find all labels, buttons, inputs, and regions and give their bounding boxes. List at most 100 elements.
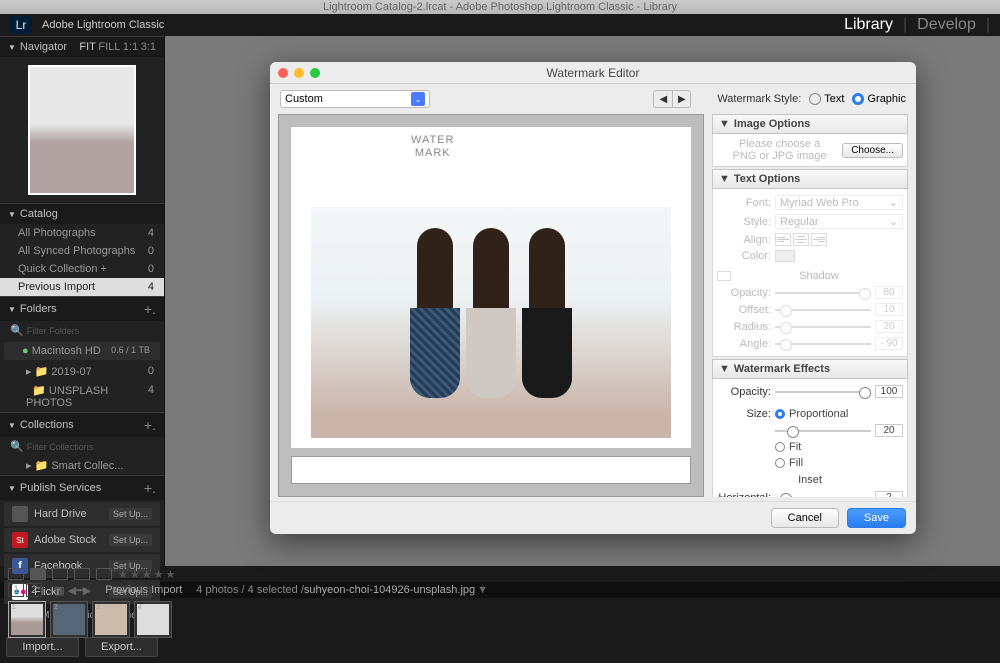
image-options-header[interactable]: ▼ Image Options bbox=[712, 114, 908, 134]
chevron-down-icon: ▼ bbox=[719, 173, 730, 185]
page-2[interactable]: 2 bbox=[26, 583, 42, 597]
export-button[interactable]: Export... bbox=[85, 637, 158, 657]
cancel-button[interactable]: Cancel bbox=[771, 508, 839, 528]
chevron-down-icon: ▼ bbox=[8, 484, 16, 493]
catalog-item-selected[interactable]: Previous Import4 bbox=[0, 278, 164, 296]
caption-input[interactable] bbox=[291, 456, 691, 484]
save-button[interactable]: Save bbox=[847, 508, 906, 528]
catalog-item[interactable]: Quick Collection +0 bbox=[0, 260, 164, 278]
add-collection-icon[interactable]: +. bbox=[144, 417, 156, 433]
align-buttons bbox=[775, 233, 827, 246]
hard-drive-icon bbox=[12, 506, 28, 522]
preview-panel: WATER MARK bbox=[278, 114, 704, 497]
size-fill[interactable]: Fill bbox=[789, 457, 803, 469]
dialog-footer: Cancel Save bbox=[270, 501, 916, 534]
collection-item[interactable]: ▸ 📁 Smart Collec... bbox=[0, 456, 164, 475]
loupe-view-icon[interactable] bbox=[30, 568, 46, 580]
text-options-header[interactable]: ▼ Text Options bbox=[712, 169, 908, 189]
collection-filter[interactable]: 🔍 Filter Collections bbox=[0, 437, 164, 456]
shadow-opacity-slider bbox=[775, 292, 871, 294]
nav-mode-3-1[interactable]: 3:1 bbox=[141, 41, 156, 53]
navigator-thumbnail[interactable] bbox=[28, 65, 136, 195]
horizontal-inset-slider[interactable] bbox=[775, 497, 871, 498]
catalog-item[interactable]: All Photographs4 bbox=[0, 224, 164, 242]
text-radio[interactable]: Text bbox=[809, 93, 844, 105]
add-folder-icon[interactable]: +. bbox=[144, 301, 156, 317]
watermark-effects-body: Opacity: 100 Size: Proportional .slider-… bbox=[712, 379, 908, 497]
watermark-overlay: WATER MARK bbox=[411, 133, 455, 159]
choose-image-button[interactable]: Choose... bbox=[842, 143, 903, 158]
chevron-down-icon: ▼ bbox=[719, 118, 730, 130]
next-button[interactable]: ▶ bbox=[672, 91, 690, 107]
size-slider[interactable]: .slider-track:not(.dim):not(.full):not(.… bbox=[775, 430, 871, 432]
close-icon[interactable] bbox=[278, 68, 288, 78]
maximize-icon[interactable] bbox=[310, 68, 320, 78]
adobe-stock-icon: St bbox=[12, 532, 28, 548]
preview-nav: ◀ ▶ bbox=[653, 90, 691, 108]
dialog-titlebar[interactable]: Watermark Editor bbox=[270, 62, 916, 84]
nav-mode-fill[interactable]: FILL bbox=[98, 41, 120, 53]
filmstrip-item[interactable] bbox=[50, 601, 88, 638]
horizontal-inset-value[interactable]: 2 bbox=[875, 491, 903, 497]
nav-mode-fit[interactable]: FIT bbox=[79, 41, 96, 53]
collections-header[interactable]: ▼Collections +. bbox=[0, 412, 164, 437]
preview-canvas: WATER MARK bbox=[291, 127, 691, 448]
survey-view-icon[interactable] bbox=[74, 568, 90, 580]
navigator-header[interactable]: ▼Navigator FIT FILL 1:1 3:1 bbox=[0, 36, 164, 57]
filmstrip-item[interactable] bbox=[8, 601, 46, 638]
module-develop[interactable]: Develop bbox=[907, 16, 986, 34]
radio-icon[interactable] bbox=[775, 458, 785, 468]
color-swatch bbox=[775, 250, 795, 262]
grid-view-icon[interactable] bbox=[8, 568, 24, 580]
preset-select[interactable]: Custom ⌄ bbox=[280, 90, 430, 108]
import-button[interactable]: Import... bbox=[6, 637, 79, 657]
text-options-body: Font: Myriad Web Pro⌄ Style: Regular⌄ Al… bbox=[712, 189, 908, 357]
shadow-checkbox bbox=[717, 271, 731, 281]
prev-button[interactable]: ◀ bbox=[654, 91, 672, 107]
radio-icon bbox=[809, 93, 821, 105]
filmstrip-item[interactable] bbox=[92, 601, 130, 638]
people-view-icon[interactable] bbox=[96, 568, 112, 580]
size-value[interactable]: 20 bbox=[875, 424, 903, 437]
folder-item[interactable]: ▸ 📁 2019-070 bbox=[0, 362, 164, 381]
page-1[interactable]: 1 bbox=[8, 583, 24, 597]
lr-logo-icon: Lr bbox=[10, 16, 32, 34]
filmstrip-item[interactable] bbox=[134, 601, 172, 638]
graphic-radio[interactable]: Graphic bbox=[852, 93, 906, 105]
grid-size-icon[interactable]: ▦ ◀━▶ bbox=[54, 584, 91, 597]
nav-mode-1-1[interactable]: 1:1 bbox=[123, 41, 138, 53]
folders-header[interactable]: ▼Folders +. bbox=[0, 296, 164, 321]
radio-icon[interactable] bbox=[775, 442, 785, 452]
compare-view-icon[interactable] bbox=[52, 568, 68, 580]
inset-label: Inset bbox=[717, 471, 903, 489]
watermark-effects-header[interactable]: ▼ Watermark Effects bbox=[712, 359, 908, 379]
chevron-down-icon[interactable]: ▼ bbox=[477, 584, 488, 596]
preview-photo bbox=[311, 207, 671, 438]
catalog-item[interactable]: All Synced Photographs0 bbox=[0, 242, 164, 260]
service-adobe-stock[interactable]: St Adobe Stock Set Up... bbox=[4, 528, 160, 552]
minimize-icon[interactable] bbox=[294, 68, 304, 78]
breadcrumb-source[interactable]: Previous Import bbox=[105, 584, 182, 596]
folder-filter[interactable]: 🔍 Filter Folders bbox=[0, 321, 164, 340]
chevron-down-icon: ▼ bbox=[8, 210, 16, 219]
volume-row[interactable]: ● Macintosh HD 0.6 / 1 TB bbox=[4, 342, 160, 360]
catalog-header[interactable]: ▼Catalog bbox=[0, 203, 164, 224]
effects-opacity-slider[interactable] bbox=[775, 391, 871, 393]
radio-icon bbox=[852, 93, 864, 105]
module-library[interactable]: Library bbox=[834, 16, 903, 34]
effects-opacity-value[interactable]: 100 bbox=[875, 385, 903, 398]
service-hard-drive[interactable]: Hard Drive Set Up... bbox=[4, 502, 160, 526]
chevron-down-icon: ▼ bbox=[719, 363, 730, 375]
publish-header[interactable]: ▼Publish Services +. bbox=[0, 475, 164, 500]
shadow-offset-slider bbox=[775, 309, 871, 311]
size-proportional[interactable]: Proportional bbox=[789, 408, 848, 420]
setup-button[interactable]: Set Up... bbox=[109, 508, 152, 520]
size-fit[interactable]: Fit bbox=[789, 441, 801, 453]
align-center-icon bbox=[793, 233, 809, 246]
watermark-style-label: Watermark Style: bbox=[717, 93, 801, 105]
add-service-icon[interactable]: +. bbox=[144, 480, 156, 496]
star-rating[interactable]: ★★★★★ bbox=[118, 568, 177, 581]
setup-button[interactable]: Set Up... bbox=[109, 534, 152, 546]
folder-item[interactable]: 📁 UNSPLASH PHOTOS4 bbox=[0, 381, 164, 412]
radio-icon[interactable] bbox=[775, 409, 785, 419]
